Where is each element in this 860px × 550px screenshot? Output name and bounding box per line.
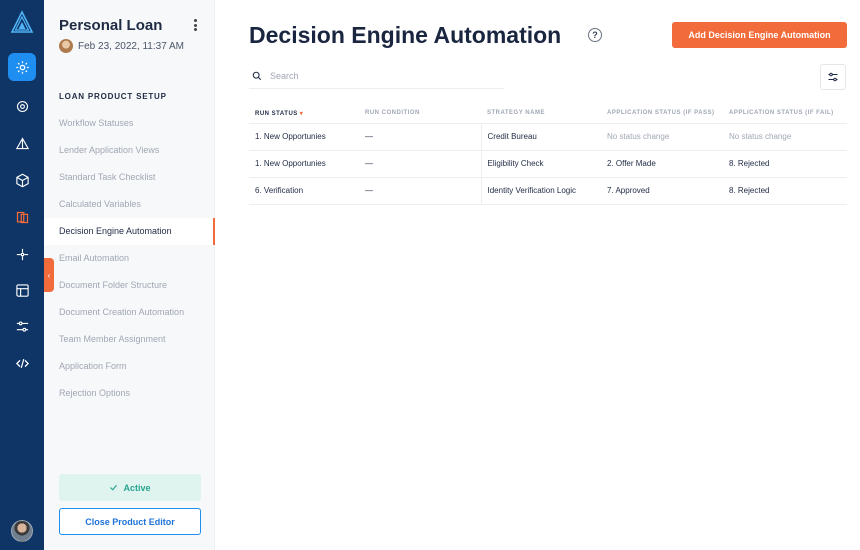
status-label: Active [123, 482, 151, 493]
cell-status-fail: 8. Rejected [723, 177, 847, 205]
cell-status-pass: 7. Approved [601, 177, 723, 205]
code-icon[interactable] [8, 349, 36, 377]
book-icon[interactable] [8, 203, 36, 231]
cell-strategy-name: Eligibility Check [480, 150, 601, 178]
pie-chart-icon[interactable] [8, 129, 36, 157]
cell-run-status: 1. New Opportunies [249, 150, 359, 178]
close-product-editor-button[interactable]: Close Product Editor [59, 508, 201, 535]
sidebar-item-standard-task-checklist[interactable]: Standard Task Checklist [44, 164, 215, 191]
status-badge: Active [59, 474, 201, 501]
automation-table: RUN STATUS ▾ RUN CONDITION STRATEGY NAME … [249, 104, 847, 205]
logo-icon[interactable] [10, 10, 34, 34]
product-sidebar: Personal Loan Feb 23, 2022, 11:37 AM LOA… [44, 0, 215, 550]
product-timestamp: Feb 23, 2022, 11:37 AM [78, 40, 185, 52]
cell-run-status: 1. New Opportunies [249, 123, 359, 151]
cell-strategy-name: Credit Bureau [480, 123, 601, 151]
gear-icon[interactable] [8, 53, 36, 81]
cell-status-pass: No status change [601, 123, 723, 151]
collapse-sidebar-button[interactable]: ‹ [44, 258, 54, 292]
sidebar-item-rejection-options[interactable]: Rejection Options [44, 380, 215, 407]
kebab-menu-icon[interactable] [190, 17, 200, 33]
table-row[interactable]: 6. Verification — Identity Verification Lo… [249, 177, 847, 205]
network-icon[interactable] [8, 240, 36, 268]
sidebar-item-document-creation-automation[interactable]: Document Creation Automation [44, 299, 215, 326]
layout-icon[interactable] [8, 276, 36, 304]
sliders-icon[interactable] [8, 312, 36, 340]
chevron-left-icon: ‹ [47, 270, 51, 280]
cell-status-fail: 8. Rejected [723, 150, 847, 178]
sort-down-icon: ▾ [299, 110, 304, 117]
sidebar-item-team-member-assignment[interactable]: Team Member Assignment [44, 326, 215, 353]
help-icon[interactable]: ? [588, 28, 602, 42]
sidebar-item-lender-application-views[interactable]: Lender Application Views [44, 137, 215, 164]
cell-run-condition: — [359, 123, 481, 151]
column-header-run-condition[interactable]: RUN CONDITION [359, 104, 481, 124]
section-heading: LOAN PRODUCT SETUP [59, 92, 167, 101]
cell-status-fail: No status change [723, 123, 847, 151]
cell-run-condition: — [359, 177, 481, 205]
cell-strategy-name: Identity Verification Logic [480, 177, 601, 205]
author-avatar [59, 39, 73, 53]
search-input[interactable] [270, 71, 470, 81]
filter-sliders-icon [828, 72, 838, 82]
column-header-status-fail[interactable]: APPLICATION STATUS (IF FAIL) [723, 104, 847, 124]
column-header-strategy-name[interactable]: STRATEGY NAME [481, 104, 601, 124]
main-content: Decision Engine Automation ? Add Decisio… [216, 0, 860, 550]
user-avatar[interactable] [11, 520, 33, 542]
cell-status-pass: 2. Offer Made [601, 150, 723, 178]
sidebar-item-calculated-variables[interactable]: Calculated Variables [44, 191, 215, 218]
product-title: Personal Loan [59, 17, 163, 34]
sidebar-item-workflow-statuses[interactable]: Workflow Statuses [44, 110, 215, 137]
search-bar [249, 64, 504, 89]
sidebar-item-decision-engine-automation[interactable]: Decision Engine Automation [44, 218, 215, 245]
page-title: Decision Engine Automation [249, 22, 562, 48]
product-meta: Feb 23, 2022, 11:37 AM [59, 39, 184, 53]
search-icon [252, 71, 262, 81]
cell-run-condition: — [359, 150, 481, 178]
icon-rail [0, 0, 44, 550]
sidebar-item-email-automation[interactable]: Email Automation [44, 245, 215, 272]
sidebar-item-application-form[interactable]: Application Form [44, 353, 215, 380]
filter-button[interactable] [820, 64, 846, 90]
cube-icon[interactable] [8, 166, 36, 194]
column-header-status-pass[interactable]: APPLICATION STATUS (IF PASS) [601, 104, 723, 124]
table-row[interactable]: 1. New Opportunies — Eligibility Check 2. O… [249, 150, 847, 178]
table-header-row: RUN STATUS ▾ RUN CONDITION STRATEGY NAME … [249, 104, 847, 124]
column-header-run-status[interactable]: RUN STATUS ▾ [249, 104, 359, 124]
setup-nav: Workflow Statuses Lender Application View… [44, 110, 215, 407]
table-row[interactable]: 1. New Opportunies — Credit Bureau No statu… [249, 123, 847, 151]
check-icon [110, 484, 118, 491]
cell-run-status: 6. Verification [249, 177, 359, 205]
add-automation-button[interactable]: Add Decision Engine Automation [672, 22, 847, 48]
settings-cog-icon[interactable] [8, 92, 36, 120]
sidebar-item-document-folder-structure[interactable]: Document Folder Structure [44, 272, 215, 299]
